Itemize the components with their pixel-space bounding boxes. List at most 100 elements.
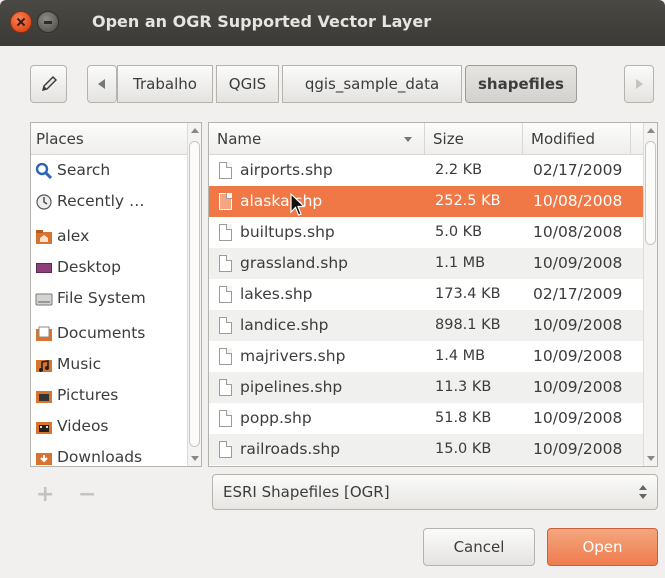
scroll-up-icon[interactable]	[191, 128, 199, 133]
minimize-icon[interactable]	[37, 11, 59, 33]
file-size: 1.4 MB	[435, 348, 486, 364]
downloads-folder-icon	[36, 452, 52, 465]
file-size: 898.1 KB	[435, 317, 501, 333]
updown-arrows-icon	[639, 485, 647, 499]
file-list: Name Size Modified airports.shp 2.2 KB 0…	[208, 122, 658, 467]
file-icon	[219, 410, 232, 427]
open-button[interactable]: Open	[547, 528, 658, 566]
documents-folder-icon	[36, 326, 52, 341]
path-back-button[interactable]	[87, 65, 117, 103]
column-modified[interactable]: Modified	[523, 123, 631, 154]
place-search[interactable]: Search	[31, 155, 201, 186]
file-modified: 10/09/2008	[533, 378, 623, 396]
file-type-filter-value: ESRI Shapefiles [OGR]	[223, 483, 390, 501]
type-location-button[interactable]	[30, 65, 67, 103]
file-icon	[219, 255, 232, 272]
title-bar: Open an OGR Supported Vector Layer	[0, 0, 665, 46]
desktop-icon	[36, 262, 52, 273]
scroll-down-icon[interactable]	[647, 456, 655, 461]
file-icon	[219, 286, 232, 303]
file-icon	[219, 224, 232, 241]
file-row[interactable]: airports.shp 2.2 KB 02/17/2009	[209, 155, 657, 186]
close-icon[interactable]	[10, 11, 32, 33]
file-size: 51.8 KB	[435, 410, 492, 426]
place-file-system[interactable]: File System	[31, 283, 201, 314]
file-row[interactable]: landice.shp 898.1 KB 10/09/2008	[209, 310, 657, 341]
file-icon	[219, 379, 232, 396]
column-name-label: Name	[217, 130, 262, 148]
remove-bookmark-icon[interactable]: −	[78, 482, 96, 507]
file-name: railroads.shp	[240, 440, 341, 458]
scroll-down-icon[interactable]	[191, 456, 199, 461]
file-name: lakes.shp	[240, 285, 313, 303]
place-home[interactable]: alex	[31, 221, 201, 252]
breadcrumb-trabalho[interactable]: Trabalho	[117, 65, 213, 103]
home-folder-icon	[36, 229, 52, 244]
file-row-selected[interactable]: alaska.shp 252.5 KB 10/08/2008	[209, 186, 657, 217]
place-videos[interactable]: Videos	[31, 411, 201, 442]
file-row[interactable]: popp.shp 51.8 KB 10/09/2008	[209, 403, 657, 434]
add-bookmark-icon[interactable]: +	[36, 482, 54, 507]
place-recently-used[interactable]: Recently …	[31, 186, 201, 217]
file-name: alaska.shp	[240, 192, 323, 210]
breadcrumb-qgis[interactable]: QGIS	[216, 65, 279, 103]
file-size: 173.4 KB	[435, 286, 501, 302]
file-name: pipelines.shp	[240, 378, 343, 396]
videos-folder-icon	[36, 421, 52, 434]
column-size[interactable]: Size	[425, 123, 523, 154]
file-row[interactable]: grassland.shp 1.1 MB 10/09/2008	[209, 248, 657, 279]
file-row[interactable]: railroads.shp 15.0 KB 10/09/2008	[209, 434, 657, 465]
mouse-pointer-icon	[290, 193, 306, 216]
window-title: Open an OGR Supported Vector Layer	[92, 12, 432, 31]
places-panel: Places Search Recently … alex Desktop Fi…	[30, 122, 202, 467]
file-modified: 10/09/2008	[533, 440, 623, 458]
file-size: 5.0 KB	[435, 224, 483, 240]
place-label: Desktop	[57, 258, 121, 276]
pictures-folder-icon	[36, 390, 52, 403]
place-label: Recently …	[57, 192, 145, 210]
file-list-header: Name Size Modified	[209, 123, 657, 155]
file-modified: 10/09/2008	[533, 347, 623, 365]
place-music[interactable]: Music	[31, 349, 201, 380]
file-modified: 10/09/2008	[533, 254, 623, 272]
file-modified: 02/17/2009	[533, 161, 623, 179]
scrollbar-thumb[interactable]	[189, 141, 200, 447]
column-name[interactable]: Name	[209, 123, 425, 154]
scrollbar-thumb[interactable]	[645, 141, 656, 245]
file-size: 11.3 KB	[435, 379, 492, 395]
file-name: popp.shp	[240, 409, 312, 427]
file-row[interactable]: lakes.shp 173.4 KB 02/17/2009	[209, 279, 657, 310]
cancel-button[interactable]: Cancel	[423, 528, 535, 566]
recent-icon	[36, 193, 52, 210]
places-header[interactable]: Places	[31, 123, 201, 155]
file-name: airports.shp	[240, 161, 333, 179]
place-pictures[interactable]: Pictures	[31, 380, 201, 411]
file-list-scrollbar[interactable]	[643, 123, 657, 466]
places-scrollbar[interactable]	[187, 123, 201, 466]
place-documents[interactable]: Documents	[31, 318, 201, 349]
place-label: Documents	[57, 324, 146, 342]
path-forward-button[interactable]	[624, 65, 654, 103]
place-desktop[interactable]: Desktop	[31, 252, 201, 283]
file-icon	[219, 348, 232, 365]
file-icon	[219, 317, 232, 334]
file-row[interactable]: builtups.shp 5.0 KB 10/08/2008	[209, 217, 657, 248]
place-label: Music	[57, 355, 102, 373]
file-modified: 10/09/2008	[533, 316, 623, 334]
breadcrumb-qgis-sample-data[interactable]: qgis_sample_data	[282, 65, 462, 103]
file-size: 1.1 MB	[435, 255, 486, 271]
scroll-up-icon[interactable]	[647, 128, 655, 133]
file-row[interactable]: majrivers.shp 1.4 MB 10/09/2008	[209, 341, 657, 372]
file-name: landice.shp	[240, 316, 329, 334]
pencil-icon	[41, 76, 57, 91]
sort-descending-icon	[404, 137, 412, 142]
place-downloads[interactable]: Downloads	[31, 442, 201, 466]
file-name: grassland.shp	[240, 254, 348, 272]
file-size: 2.2 KB	[435, 162, 483, 178]
breadcrumb-shapefiles[interactable]: shapefiles	[465, 65, 577, 103]
place-label: alex	[57, 227, 90, 245]
file-row[interactable]: pipelines.shp 11.3 KB 10/09/2008	[209, 372, 657, 403]
file-type-filter-select[interactable]: ESRI Shapefiles [OGR]	[212, 474, 658, 510]
place-label: Downloads	[57, 448, 143, 466]
file-icon	[219, 441, 232, 458]
